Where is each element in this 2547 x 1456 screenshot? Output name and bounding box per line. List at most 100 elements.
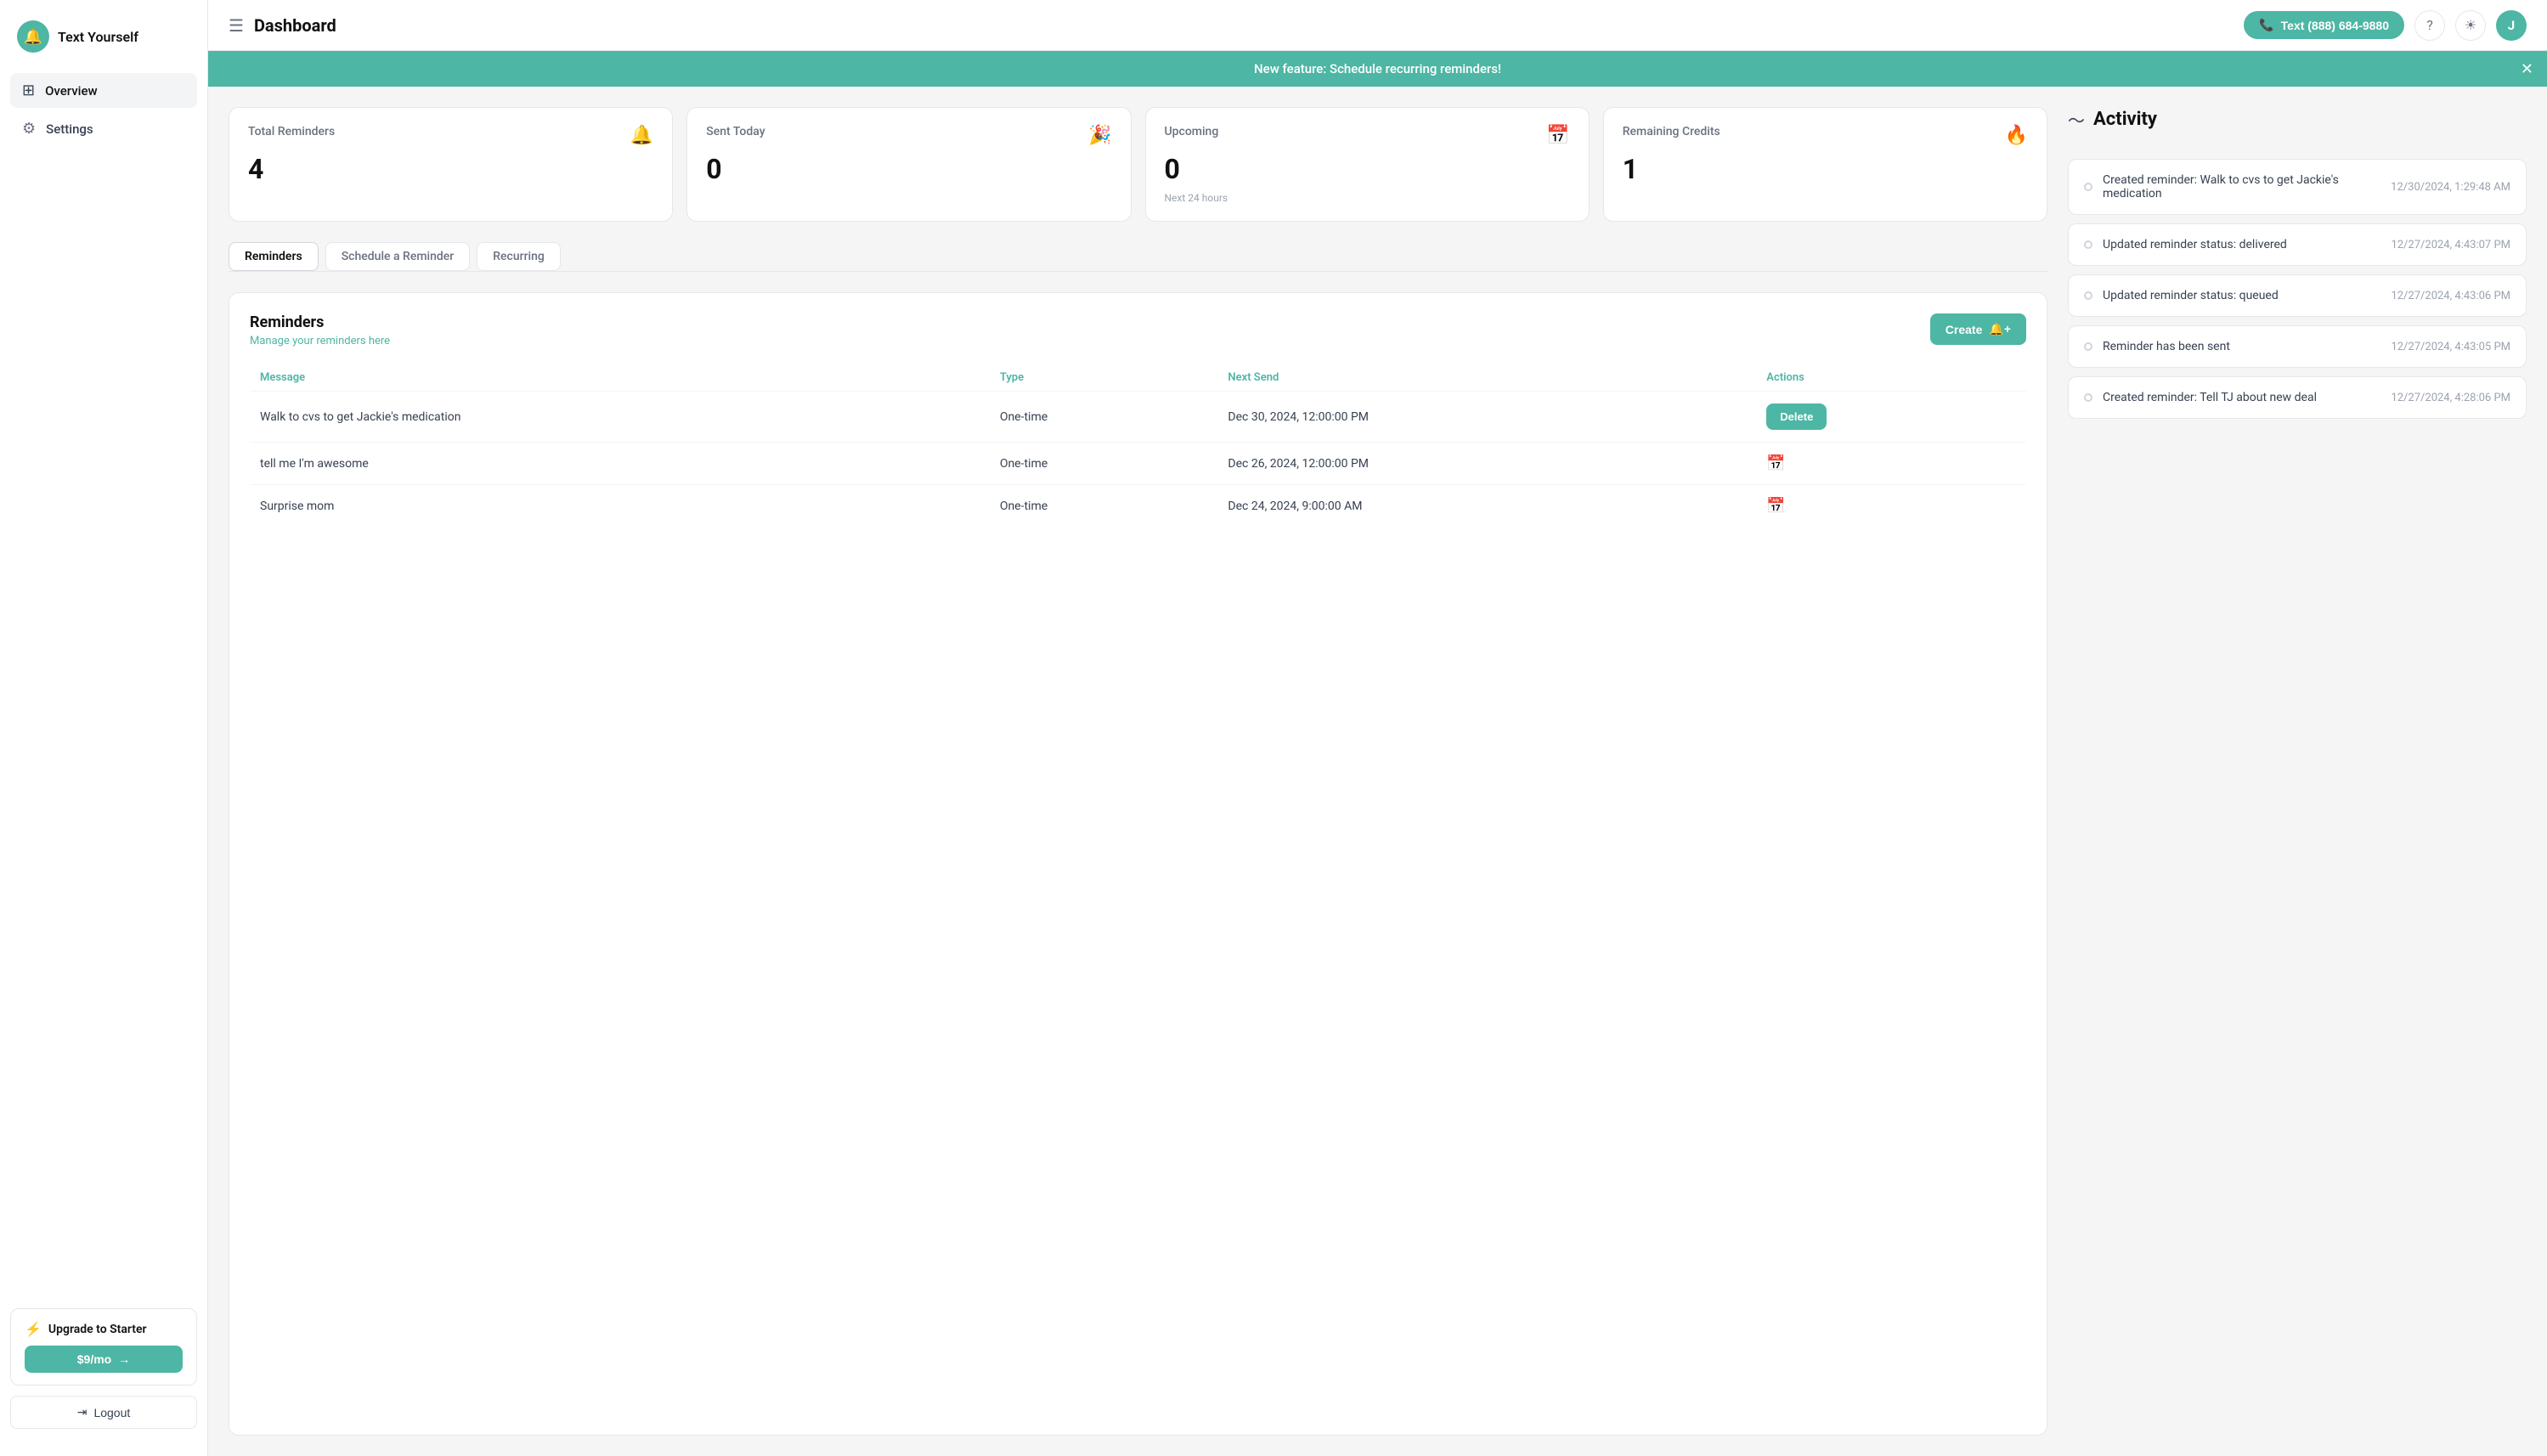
reminders-table: Message Type Next Send Actions Walk to c…	[250, 364, 2026, 527]
activity-item-text: Created reminder: Walk to cvs to get Jac…	[2103, 173, 2380, 200]
sidebar-logo: 🔔 Text Yourself	[0, 14, 207, 73]
overview-icon: ⊞	[22, 82, 35, 99]
activity-item-left: Updated reminder status: queued	[2084, 289, 2279, 302]
sidebar-toggle-button[interactable]: ☰	[229, 15, 244, 36]
sidebar-item-overview[interactable]: ⊞ Overview	[10, 73, 197, 108]
cell-action: Delete	[1756, 392, 2026, 443]
activity-item-text: Updated reminder status: delivered	[2103, 238, 2287, 251]
table-row: tell me I'm awesome One-time Dec 26, 202…	[250, 443, 2026, 485]
activity-item: Created reminder: Walk to cvs to get Jac…	[2068, 159, 2527, 215]
upgrade-button[interactable]: $9/mo →	[25, 1346, 183, 1373]
header-left: ☰ Dashboard	[229, 15, 336, 36]
tab-recurring[interactable]: Recurring	[477, 242, 561, 271]
activity-title: Activity	[2093, 109, 2157, 130]
activity-item-time: 12/27/2024, 4:28:06 PM	[2391, 392, 2510, 404]
cell-message: tell me I'm awesome	[250, 443, 990, 485]
stat-value: 0	[1165, 153, 1570, 185]
activity-header: 〜 Activity	[2068, 107, 2527, 132]
activity-item-left: Reminder has been sent	[2084, 340, 2230, 353]
cell-type: One-time	[990, 392, 1218, 443]
cell-type: One-time	[990, 443, 1218, 485]
stat-total-reminders: Total Reminders 🔔 4	[229, 107, 673, 222]
settings-icon: ⚙	[22, 120, 36, 138]
activity-item-left: Updated reminder status: delivered	[2084, 238, 2287, 251]
sidebar-item-settings[interactable]: ⚙ Settings	[10, 111, 197, 146]
table-row: Walk to cvs to get Jackie's medication O…	[250, 392, 2026, 443]
stat-label: Upcoming	[1165, 125, 1219, 138]
tab-schedule-reminder[interactable]: Schedule a Reminder	[325, 242, 471, 271]
activity-item-text: Created reminder: Tell TJ about new deal	[2103, 391, 2317, 404]
activity-item-time: 12/27/2024, 4:43:06 PM	[2391, 290, 2510, 302]
theme-icon: ☀	[2465, 17, 2476, 33]
activity-item-text: Reminder has been sent	[2103, 340, 2230, 353]
activity-pulse-icon: 〜	[2068, 107, 2085, 132]
phone-button[interactable]: 📞 Text (888) 684-9880	[2244, 11, 2404, 39]
stats-grid: Total Reminders 🔔 4 Sent Today 🎉 0 Upcom…	[229, 107, 2047, 222]
activity-dot	[2084, 240, 2092, 249]
help-icon: ?	[2426, 17, 2433, 33]
cell-next-send: Dec 26, 2024, 12:00:00 PM	[1217, 443, 1756, 485]
activity-item: Reminder has been sent 12/27/2024, 4:43:…	[2068, 325, 2527, 368]
stat-value: 4	[248, 153, 653, 185]
right-panel: 〜 Activity Created reminder: Walk to cvs…	[2068, 107, 2527, 1436]
upgrade-title: ⚡ Upgrade to Starter	[25, 1321, 183, 1337]
cell-action: 📅	[1756, 485, 2026, 528]
party-icon: 🎉	[1088, 125, 1111, 146]
left-panel: Total Reminders 🔔 4 Sent Today 🎉 0 Upcom…	[229, 107, 2047, 1436]
delete-button[interactable]: Delete	[1766, 404, 1827, 430]
col-message: Message	[250, 364, 990, 392]
reminders-title: Reminders	[250, 313, 390, 331]
reminders-table-container[interactable]: Message Type Next Send Actions Walk to c…	[250, 364, 2026, 527]
sidebar-nav: ⊞ Overview ⚙ Settings	[0, 73, 207, 1308]
help-button[interactable]: ?	[2414, 10, 2445, 41]
cell-type: One-time	[990, 485, 1218, 528]
cell-next-send: Dec 24, 2024, 9:00:00 AM	[1217, 485, 1756, 528]
stat-header: Sent Today 🎉	[706, 125, 1111, 146]
tabs-bar: Reminders Schedule a Reminder Recurring	[229, 242, 2047, 272]
calendar-icon: 📅	[1546, 125, 1569, 146]
logout-icon: ⇥	[77, 1405, 88, 1419]
header: ☰ Dashboard 📞 Text (888) 684-9880 ? ☀ J	[208, 0, 2547, 51]
calendar-action-icon[interactable]: 📅	[1766, 497, 1785, 515]
stat-value: 0	[706, 153, 1111, 185]
create-reminder-button[interactable]: Create 🔔+	[1930, 313, 2026, 345]
stat-upcoming: Upcoming 📅 0 Next 24 hours	[1145, 107, 1590, 222]
cell-message: Surprise mom	[250, 485, 990, 528]
activity-dot	[2084, 183, 2092, 191]
sidebar-bottom: ⚡ Upgrade to Starter $9/mo → ⇥ Logout	[0, 1308, 207, 1442]
stat-header: Upcoming 📅	[1165, 125, 1570, 146]
activity-item-text: Updated reminder status: queued	[2103, 289, 2279, 302]
theme-toggle-button[interactable]: ☀	[2455, 10, 2486, 41]
activity-dot	[2084, 342, 2092, 351]
activity-item-left: Created reminder: Walk to cvs to get Jac…	[2084, 173, 2380, 200]
stat-header: Remaining Credits 🔥	[1623, 125, 2028, 146]
col-type: Type	[990, 364, 1218, 392]
sidebar-item-overview-label: Overview	[45, 83, 98, 99]
calendar-action-icon[interactable]: 📅	[1766, 454, 1785, 472]
sidebar: 🔔 Text Yourself ⊞ Overview ⚙ Settings ⚡ …	[0, 0, 208, 1456]
reminders-subtitle: Manage your reminders here	[250, 335, 390, 347]
feature-banner: New feature: Schedule recurring reminder…	[208, 51, 2547, 87]
logout-button[interactable]: ⇥ Logout	[10, 1396, 197, 1429]
banner-text: New feature: Schedule recurring reminder…	[1254, 61, 1501, 76]
col-next-send: Next Send	[1217, 364, 1756, 392]
stat-value: 1	[1623, 153, 2028, 185]
tab-reminders[interactable]: Reminders	[229, 242, 319, 271]
activity-item-time: 12/27/2024, 4:43:05 PM	[2391, 341, 2510, 353]
activity-list: Created reminder: Walk to cvs to get Jac…	[2068, 159, 2527, 419]
stat-label: Total Reminders	[248, 125, 335, 138]
activity-item-time: 12/30/2024, 1:29:48 AM	[2391, 181, 2510, 194]
page-title: Dashboard	[254, 15, 336, 36]
header-right: 📞 Text (888) 684-9880 ? ☀ J	[2244, 10, 2527, 41]
user-avatar[interactable]: J	[2496, 10, 2527, 41]
stat-sub: Next 24 hours	[1165, 192, 1570, 204]
banner-close-button[interactable]: ✕	[2521, 60, 2533, 78]
sidebar-item-settings-label: Settings	[46, 121, 93, 137]
activity-item: Updated reminder status: queued 12/27/20…	[2068, 274, 2527, 317]
cell-next-send: Dec 30, 2024, 12:00:00 PM	[1217, 392, 1756, 443]
upgrade-icon: ⚡	[25, 1321, 42, 1337]
activity-item-time: 12/27/2024, 4:43:07 PM	[2391, 239, 2510, 251]
activity-item: Updated reminder status: delivered 12/27…	[2068, 223, 2527, 266]
create-icon: 🔔+	[1989, 322, 2011, 336]
bell-icon: 🔔	[630, 125, 653, 146]
